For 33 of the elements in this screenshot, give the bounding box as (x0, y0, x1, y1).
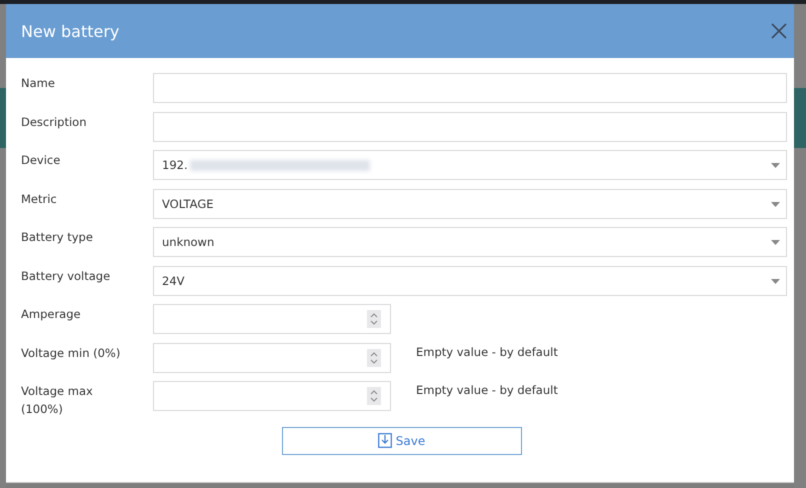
select-field[interactable]: unknown (153, 227, 787, 257)
hint-text: Empty value - by default (416, 344, 558, 358)
field-label: Amperage (21, 306, 82, 323)
save-icon (378, 433, 392, 448)
input-field[interactable] (153, 112, 787, 142)
caret-icon (771, 202, 780, 206)
close-icon[interactable] (771, 23, 787, 39)
spinner-icon[interactable] (367, 348, 381, 366)
field-label: Metric (21, 190, 58, 208)
field-label: Description (21, 114, 88, 130)
number-field[interactable] (153, 381, 391, 411)
field-label: Voltage max (100%) (21, 383, 94, 418)
select-field[interactable]: 24V (153, 266, 787, 296)
number-field[interactable] (153, 342, 391, 372)
select-field[interactable]: VOLTAGE (153, 188, 787, 218)
caret-icon (771, 278, 780, 284)
spinner-icon[interactable] (367, 387, 381, 405)
number-field[interactable] (153, 304, 391, 334)
field-label: Name (21, 75, 56, 92)
save-button[interactable]: Save (282, 426, 522, 454)
field-label: Device (21, 152, 62, 169)
dialog-title: New battery (21, 22, 120, 40)
input-field[interactable] (153, 73, 787, 103)
hint-text: Empty value - by default (416, 382, 558, 397)
select-field[interactable]: 192. (153, 150, 787, 180)
caret-icon (771, 163, 780, 168)
field-label: Voltage min (0%) (21, 344, 122, 362)
caret-icon (771, 240, 780, 245)
field-label: Battery voltage (21, 268, 112, 284)
field-label: Battery type (21, 229, 94, 246)
backdrop-panel (0, 88, 6, 148)
backdrop-panel (794, 88, 806, 148)
spinner-icon[interactable] (367, 310, 381, 328)
